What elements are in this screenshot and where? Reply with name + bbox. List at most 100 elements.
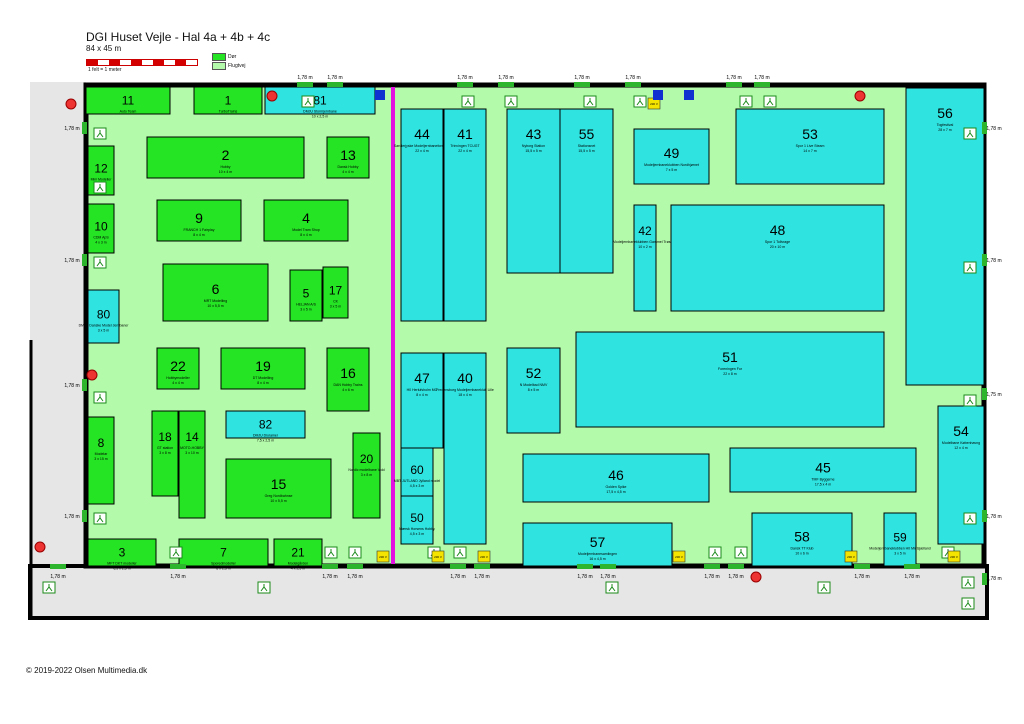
- booth-6: 6 MRT Modelling10 x 5,5 m: [162, 263, 269, 322]
- booth-44-number: 44: [414, 126, 430, 142]
- booth-7-number: 7: [220, 545, 227, 559]
- booth-82-name: DMJU Dioramer: [253, 433, 279, 437]
- outer-corridor-left: [30, 82, 86, 566]
- door: [600, 564, 616, 569]
- door: [904, 564, 920, 569]
- booth-50-name: Mærsk Horsens Hobby: [399, 527, 435, 531]
- booth-12-name: Mini Modeller: [91, 178, 113, 182]
- booth-41: 41 Trinvingen TCUGT22 x 4 m: [443, 108, 487, 322]
- emergency-exit-icon: [817, 581, 831, 594]
- door-width-label: 1,78 m: [728, 574, 743, 580]
- booth-54: 54 Modelbane Københavng12 x 4 m: [937, 405, 985, 545]
- booth-47-number: 47: [414, 370, 430, 386]
- booth-54-number: 54: [953, 423, 969, 439]
- door-width-label: 1,78 m: [50, 574, 65, 580]
- emergency-exit-icon: [93, 512, 107, 525]
- booth-46-number: 46: [608, 467, 624, 483]
- booth-18-size: 3 x 8 m: [159, 451, 171, 455]
- booth-20: 20 Nordic modelbane Vold3 x 8 m: [348, 432, 385, 519]
- door-width-label: 1,75 m: [986, 392, 1001, 398]
- booth-10-name: CDM ApS: [93, 236, 109, 240]
- door: [327, 82, 343, 87]
- booth-1: 1 TurboTrains: [193, 86, 263, 115]
- booth-43-number: 43: [526, 126, 542, 142]
- door: [170, 564, 186, 569]
- booth-3-size: 6,5 x 2,5 m: [113, 566, 130, 570]
- emergency-exit-icon: [583, 95, 597, 108]
- booth-5-size: 3 x 5 m: [300, 307, 312, 311]
- booth-41-number: 41: [457, 126, 473, 142]
- booth-50: 50 Mærsk Horsens Hobby4,5 x 3 m: [399, 495, 435, 545]
- booth-48: 48 Spor 1 Tollvrage20 x 10 m: [670, 204, 885, 312]
- door-width-label: 1,78 m: [347, 574, 362, 580]
- door-width-label: 1,78 m: [64, 514, 79, 520]
- booth-80-number: 80: [97, 307, 111, 321]
- booth-4-size: 8 x 4 m: [300, 233, 312, 237]
- floor-plan: 11 Auto Team 1 TurboTrains 81 DMJU Stormjernb…: [28, 75, 1002, 620]
- door-width-label: 1,78 m: [574, 75, 589, 81]
- power-label: 230 V: [650, 102, 658, 106]
- emergency-exit-icon: [453, 546, 467, 559]
- power-outlet: 230 V: [477, 550, 491, 563]
- power-outlet: 230 V: [844, 550, 858, 563]
- door-width-label: 1,78 m: [854, 574, 869, 580]
- booth-48-number: 48: [770, 222, 786, 238]
- booth-41-size: 22 x 4 m: [458, 149, 472, 153]
- booth-45-number: 45: [815, 459, 831, 475]
- door-width-label: 1,78 m: [457, 75, 472, 81]
- emergency-exit-icon: [301, 95, 315, 108]
- booth-15-size: 10 x 5,5 m: [270, 499, 286, 503]
- booth-53-size: 14 x 7 m: [803, 149, 817, 153]
- booth-18-name: GT station: [157, 446, 173, 450]
- booth-52-size: 8 x 5 m: [528, 388, 540, 392]
- booth-46: 46 Golden Spike17,5 x 4,5 m: [522, 453, 710, 503]
- door: [474, 564, 490, 569]
- booth-59-name: Modeljernbaneklubben H0 Midtsjælland: [869, 546, 931, 550]
- power-label: 230 V: [675, 555, 683, 559]
- booth-44-name: Sønderjyske Modeljernbaneforening: [394, 144, 450, 148]
- emergency-exit-icon: [461, 95, 475, 108]
- booth-53-name: Spor 1 Live Steam: [796, 144, 825, 148]
- booth-7-name: Sporedmodeller: [211, 561, 237, 565]
- booth-14-name: MOTO-HOBBY: [180, 446, 205, 450]
- door-width-label: 1,78 m: [754, 75, 769, 81]
- booth-16-size: 4 x 6 m: [342, 388, 354, 392]
- fire-extinguisher-icon: [34, 541, 46, 553]
- door-width-label: 1,78 m: [64, 383, 79, 389]
- booth-82-size: 7,5 x 2,5 m: [257, 438, 274, 442]
- booth-8-size: 3 x 15 m: [94, 457, 108, 461]
- booth-82: 82 DMJU Dioramer7,5 x 2,5 m: [225, 410, 306, 442]
- booth-60-number: 60: [410, 463, 424, 477]
- door: [82, 510, 87, 522]
- booth-21-size: 4 x 2,5 m: [291, 566, 305, 570]
- door: [50, 564, 66, 569]
- power-label: 230 V: [847, 555, 855, 559]
- booth-16: 16 DAN Hobby Trains4 x 6 m: [326, 347, 370, 412]
- booth-44-size: 22 x 4 m: [415, 149, 429, 153]
- booth-7: 7 Sporedmodeller8 x 2,5 m: [178, 538, 269, 570]
- door-width-label: 1,78 m: [170, 574, 185, 580]
- emergency-exit-icon: [605, 581, 619, 594]
- door-width-label: 1,78 m: [986, 126, 1001, 132]
- emergency-exit-icon: [504, 95, 518, 108]
- booth-17: 17 CK3 x 5 m: [322, 266, 349, 319]
- door-width-label: 1,78 m: [474, 574, 489, 580]
- booth-7-size: 8 x 2,5 m: [216, 566, 230, 570]
- power-label: 230 V: [379, 555, 387, 559]
- booth-17-number: 17: [329, 283, 343, 297]
- power-outlet: 230 V: [376, 550, 390, 563]
- booth-40: 40 Fredensborg Modeljernbaneklub Lille18 …: [436, 352, 494, 545]
- fire-extinguisher-icon: [750, 571, 762, 583]
- booth-10-size: 4 x 3 m: [95, 241, 107, 245]
- booth-15-name: Greg Nordbahnse: [265, 494, 293, 498]
- emergency-exit-icon: [257, 581, 271, 594]
- booth-19: 19 DT Modelling8 x 4 m: [220, 347, 306, 390]
- emergency-exit-icon: [963, 261, 977, 274]
- power-outlet: 230 V: [431, 550, 445, 563]
- booth-50-size: 4,5 x 3 m: [410, 532, 424, 536]
- booth-22: 22 Hobbymodeller4 x 4 m: [156, 347, 200, 390]
- booth-58: 58 Dansk TT Klub10 x 6 m: [751, 512, 853, 567]
- booth-58-name: Dansk TT Klub: [790, 546, 813, 550]
- booth-56-size: 28 x 7 m: [938, 128, 952, 132]
- booth-42-size: 10 x 2 m: [638, 245, 652, 249]
